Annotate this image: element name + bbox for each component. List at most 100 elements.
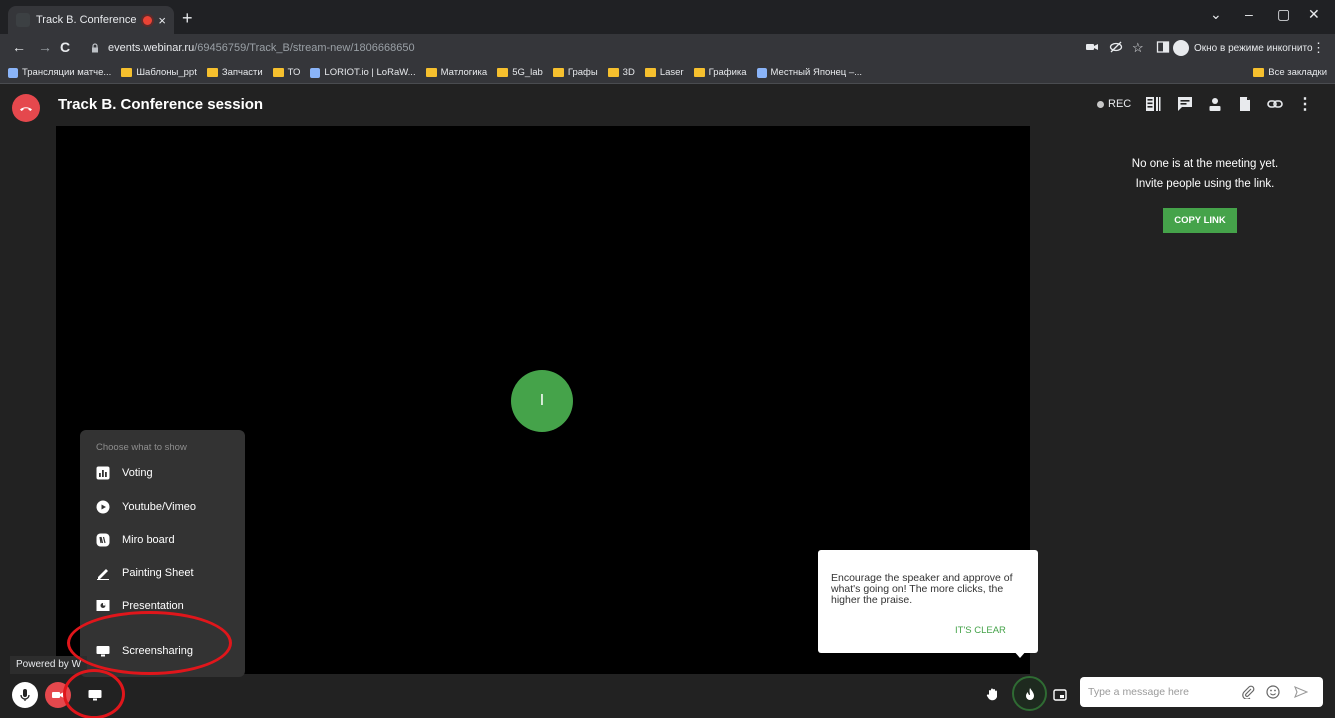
more-options-icon[interactable]: ⋮ <box>1297 96 1313 113</box>
bookmark-star-icon[interactable]: ☆ <box>1132 40 1144 56</box>
praise-button[interactable] <box>1012 676 1047 711</box>
participants-icon[interactable] <box>1207 96 1223 112</box>
maximize-button[interactable]: ▢ <box>1277 6 1290 23</box>
raise-hand-button[interactable] <box>980 682 1006 708</box>
phone-hangup-icon <box>20 107 32 111</box>
new-tab-button[interactable]: + <box>182 8 193 28</box>
picture-in-picture-button[interactable] <box>1047 682 1073 708</box>
back-button[interactable]: ← <box>12 39 26 55</box>
bookmark-item[interactable]: Трансляции матче... <box>8 67 111 78</box>
folder-icon <box>272 68 284 77</box>
record-label: REC <box>1108 98 1132 110</box>
file-icon[interactable] <box>1237 96 1253 112</box>
folder-icon <box>693 68 705 77</box>
minimize-button[interactable]: – <box>1245 6 1253 22</box>
browser-tab[interactable]: Track B. Conference session × <box>8 6 174 34</box>
hangup-button[interactable] <box>12 94 40 122</box>
tab-search-icon[interactable]: ⌄ <box>1210 6 1222 23</box>
bookmark-item[interactable]: Матлогика <box>425 67 488 78</box>
bookmarks-bar: Трансляции матче... Шаблоны_ppt Запчасти ТО… <box>0 62 1335 84</box>
folder-icon <box>121 68 133 77</box>
microphone-icon <box>20 689 30 701</box>
tab-close-icon[interactable]: × <box>158 13 166 28</box>
link-icon[interactable] <box>1267 96 1283 112</box>
bookmark-label: LORIOT.io | LoRaW... <box>324 67 416 78</box>
forward-button[interactable]: → <box>38 39 52 55</box>
bookmark-label: 3D <box>622 67 635 78</box>
url-path: /69456759/Track_B/stream-new/1806668650 <box>194 42 415 54</box>
bookmark-label: Графы <box>567 67 598 78</box>
bookmark-item[interactable]: LORIOT.io | LoRaW... <box>310 67 416 78</box>
bookmark-label: Матлогика <box>440 67 488 78</box>
recording-indicator-icon <box>143 15 153 25</box>
bookmark-item[interactable]: Шаблоны_ppt <box>121 67 197 78</box>
folder-icon <box>552 68 564 77</box>
bookmark-item[interactable]: Laser <box>644 67 684 78</box>
menu-label-youtube: Youtube/Vimeo <box>122 501 197 513</box>
chat-message-input[interactable] <box>1088 686 1228 698</box>
folder-icon <box>206 68 218 77</box>
empty-line-2: Invite people using the link. <box>1135 178 1275 190</box>
menu-item-miro[interactable]: Miro board <box>96 533 175 547</box>
camera-icon[interactable] <box>1085 40 1099 54</box>
presentation-icon <box>96 599 110 613</box>
bookmark-label: Трансляции матче... <box>22 67 112 78</box>
menu-item-screensharing[interactable]: Screensharing <box>96 644 193 658</box>
tooltip-dismiss-button[interactable]: IT'S CLEAR <box>955 625 1006 636</box>
bookmark-item[interactable]: Графы <box>552 67 598 78</box>
all-bookmarks-label: Все закладки <box>1268 67 1327 78</box>
chat-input-box <box>1080 677 1323 707</box>
attach-icon[interactable] <box>1240 684 1256 700</box>
bookmark-item[interactable]: ТО <box>272 67 301 78</box>
record-button[interactable]: REC <box>1097 98 1131 110</box>
menu-caption: Choose what to show <box>96 442 187 453</box>
eye-off-icon[interactable] <box>1109 40 1123 54</box>
powered-by-label: Powered by W <box>10 656 88 674</box>
bookmark-item[interactable]: 3D <box>607 67 635 78</box>
url-host: events.webinar.ru <box>108 42 195 54</box>
bookmark-item[interactable]: Запчасти <box>206 67 263 78</box>
incognito-label: Окно в режиме инкогнито <box>1194 42 1313 54</box>
menu-item-presentation[interactable]: Presentation <box>96 599 184 613</box>
folder-icon <box>607 68 619 77</box>
menu-label-presentation: Presentation <box>122 600 184 612</box>
menu-item-youtube[interactable]: Youtube/Vimeo <box>96 500 196 514</box>
all-bookmarks-button[interactable]: Все закладки <box>1253 67 1327 78</box>
send-icon[interactable] <box>1293 684 1309 700</box>
camera-off-button[interactable] <box>45 682 71 708</box>
address-bar[interactable]: events.webinar.ru /69456759/Track_B/stre… <box>80 37 1080 59</box>
record-dot-icon <box>1097 100 1104 108</box>
site-favicon-icon <box>310 67 321 78</box>
bookmark-label: ТО <box>287 67 301 78</box>
browser-menu-icon[interactable]: ⋮ <box>1312 40 1325 56</box>
menu-label-voting: Voting <box>122 467 153 479</box>
bookmark-label: Запчасти <box>221 67 263 78</box>
incognito-indicator[interactable]: Окно в режиме инкогнито <box>1173 38 1313 58</box>
hand-icon <box>986 688 997 701</box>
flame-icon <box>1025 687 1034 700</box>
menu-item-voting[interactable]: Voting <box>96 466 153 480</box>
site-favicon-icon <box>8 67 18 78</box>
bookmark-item[interactable]: Местный Японец –... <box>756 67 863 78</box>
monitor-icon <box>96 644 110 658</box>
close-window-button[interactable]: ✕ <box>1308 6 1320 23</box>
menu-item-painting[interactable]: Painting Sheet <box>96 566 194 580</box>
menu-label-painting: Painting Sheet <box>122 567 194 579</box>
tab-title: Track B. Conference session <box>36 14 137 26</box>
reload-button[interactable]: C <box>60 39 70 55</box>
emoji-icon[interactable] <box>1265 684 1281 700</box>
microphone-button[interactable] <box>12 682 38 708</box>
chat-icon[interactable] <box>1177 96 1193 112</box>
youtube-icon <box>96 500 110 514</box>
tooltip-text: Encourage the speaker and approve of wha… <box>831 572 1013 606</box>
bookmark-item[interactable]: Графика <box>693 67 747 78</box>
copy-link-button[interactable]: COPY LINK <box>1163 208 1237 233</box>
side-panel-icon[interactable] <box>1156 40 1170 54</box>
incognito-icon <box>1173 40 1189 56</box>
voting-icon <box>96 466 110 480</box>
bookmark-item[interactable]: 5G_lab <box>497 67 543 78</box>
bookmark-label: Местный Японец –... <box>770 67 863 78</box>
browser-tabstrip: Track B. Conference session × + ⌄ – ▢ ✕ <box>0 0 1335 34</box>
screen-share-button[interactable] <box>82 682 108 708</box>
agenda-icon[interactable] <box>1145 96 1161 112</box>
